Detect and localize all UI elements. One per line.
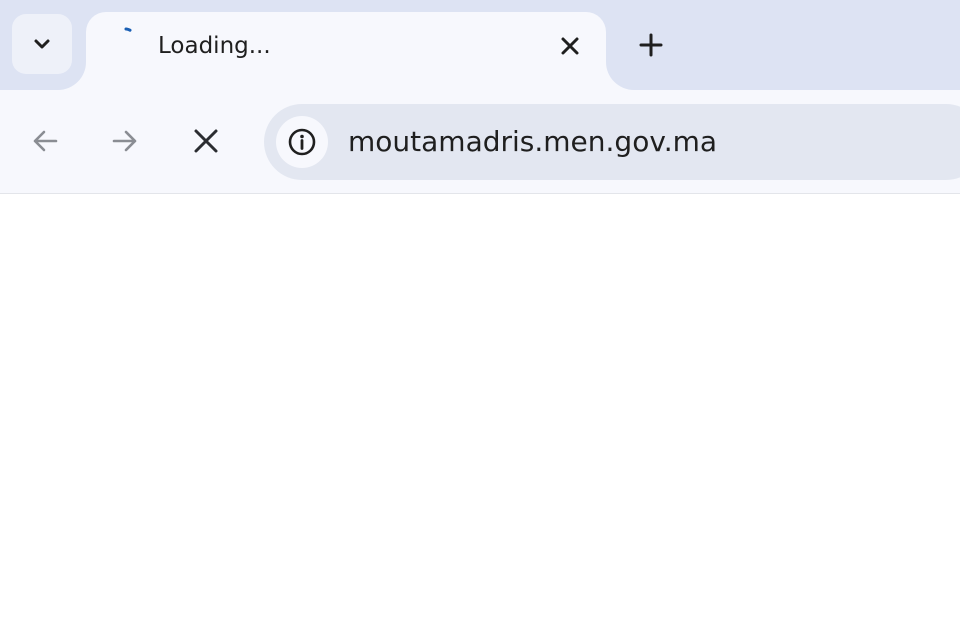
- address-bar[interactable]: moutamadris.men.gov.ma: [264, 104, 960, 180]
- info-icon: [288, 128, 316, 156]
- close-icon: [561, 37, 579, 55]
- loading-spinner-icon: [124, 27, 132, 32]
- active-tab[interactable]: Loading...: [86, 12, 606, 102]
- plus-icon: [639, 33, 663, 57]
- stop-loading-button[interactable]: [181, 116, 231, 166]
- tab-close-button[interactable]: [552, 28, 588, 64]
- arrow-left-icon: [33, 130, 58, 152]
- toolbar: moutamadris.men.gov.ma: [0, 90, 960, 194]
- new-tab-button[interactable]: [630, 24, 672, 66]
- site-info-button[interactable]: [276, 116, 328, 168]
- page-content: [0, 194, 960, 640]
- close-icon: [194, 129, 218, 153]
- tab-title: Loading...: [158, 33, 271, 59]
- url-text[interactable]: moutamadris.men.gov.ma: [348, 124, 717, 160]
- back-button[interactable]: [20, 116, 70, 166]
- tab-corner-right: [606, 62, 634, 90]
- tab-strip: Loading...: [0, 0, 960, 102]
- forward-button[interactable]: [100, 116, 150, 166]
- chevron-down-icon: [34, 39, 50, 49]
- tab-corner-left: [58, 62, 86, 90]
- browser-window: Loading... moutamadris.men.gov.ma: [0, 0, 960, 640]
- arrow-right-icon: [112, 130, 137, 152]
